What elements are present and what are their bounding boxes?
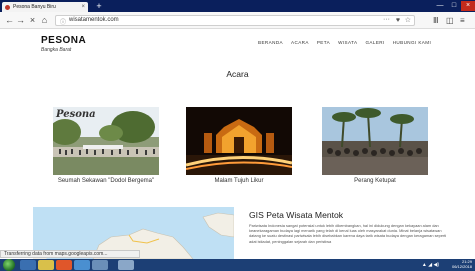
clock-date: 06/12/2018 bbox=[451, 264, 472, 269]
browser-tab[interactable]: Pesona Banyu Biru × bbox=[2, 2, 88, 12]
info-icon: ⓘ bbox=[60, 20, 67, 26]
taskbar-app-word[interactable] bbox=[92, 260, 108, 270]
taskbar-app-files[interactable] bbox=[38, 260, 54, 270]
clock[interactable]: 21:29 06/12/2018 bbox=[452, 259, 472, 269]
nav-galeri[interactable]: GALERI bbox=[365, 40, 384, 45]
maximize-button[interactable]: □ bbox=[447, 1, 461, 11]
nav-beranda[interactable]: BERANDA bbox=[258, 40, 283, 45]
system-tray-icons[interactable]: ▲ ◢ ◀) bbox=[422, 262, 439, 268]
nav-peta[interactable]: PETA bbox=[317, 40, 330, 45]
event-caption-malam-tujuh-likur[interactable]: Malam Tujuh Likur bbox=[174, 178, 304, 184]
windows-taskbar: ▲ ◢ ◀) 21:29 06/12/2018 bbox=[0, 259, 475, 271]
taskbar-app-explorer[interactable] bbox=[20, 260, 36, 270]
sidebar-icon[interactable]: ◫ bbox=[446, 15, 454, 26]
stop-icon[interactable]: × bbox=[27, 15, 38, 26]
site-logo[interactable]: PESONA Bangka Barat bbox=[41, 35, 87, 54]
page-actions-icon[interactable]: ··· bbox=[383, 16, 390, 23]
new-tab-button[interactable]: + bbox=[94, 2, 104, 11]
bookmark-star-icon[interactable]: ☆ bbox=[405, 16, 411, 24]
taskbar-app-chrome[interactable] bbox=[74, 260, 90, 270]
image-overlay-text: Pesona bbox=[56, 109, 96, 120]
event-image-malam-tujuh-likur[interactable] bbox=[186, 107, 292, 175]
event-caption-dodol[interactable]: Seumah Sekawan "Dodol Bergema" bbox=[41, 178, 171, 184]
close-window-button[interactable]: × bbox=[461, 1, 475, 11]
event-caption-perang-ketupat[interactable]: Perang Ketupat bbox=[310, 178, 440, 184]
tab-close-icon[interactable]: × bbox=[81, 4, 85, 10]
event-image-dodol[interactable]: Pesona bbox=[53, 107, 159, 175]
address-bar[interactable]: ⓘ wisatamentok.com ··· ♥ ☆ bbox=[55, 15, 415, 26]
taskbar-app-firefox[interactable] bbox=[56, 260, 72, 270]
section-title-acara: Acara bbox=[226, 69, 249, 79]
gis-description: Pariwisata Indonesia sangat potensial un… bbox=[249, 223, 447, 244]
menu-icon[interactable]: ≡ bbox=[460, 15, 465, 26]
forward-icon[interactable]: → bbox=[15, 15, 26, 26]
nav-wisata[interactable]: WISATA bbox=[338, 40, 357, 45]
home-icon[interactable]: ⌂ bbox=[39, 15, 50, 26]
url-text[interactable]: wisatamentok.com bbox=[69, 17, 119, 23]
start-button[interactable] bbox=[3, 259, 15, 271]
nav-acara[interactable]: ACARA bbox=[291, 40, 309, 45]
main-nav: BERANDA ACARA PETA WISATA GALERI HUBUNGI… bbox=[258, 40, 431, 45]
favicon-icon bbox=[5, 4, 10, 10]
pocket-icon[interactable]: ♥ bbox=[396, 17, 400, 24]
logo-tagline: Bangka Barat bbox=[41, 47, 72, 53]
browser-toolbar: ← → × ⌂ ⓘ wisatamentok.com ··· ♥ ☆ Ⅲ ◫ ≡ bbox=[0, 12, 475, 29]
library-icon[interactable]: Ⅲ bbox=[433, 15, 439, 26]
logo-brand: PESONA bbox=[41, 35, 87, 46]
tab-title: Pesona Banyu Biru bbox=[13, 4, 56, 10]
browser-status-bar: Transferring data from maps.googleapis.c… bbox=[0, 250, 140, 258]
minimize-button[interactable]: — bbox=[433, 1, 447, 11]
back-icon[interactable]: ← bbox=[4, 15, 15, 26]
event-image-perang-ketupat[interactable] bbox=[322, 107, 428, 175]
browser-tab-strip: Pesona Banyu Biru × + — □ × bbox=[0, 0, 475, 12]
nav-hubungi-kami[interactable]: HUBUNGI KAMI bbox=[393, 40, 432, 45]
gis-section-title: GIS Peta Wisata Mentok bbox=[249, 210, 344, 220]
taskbar-app-window[interactable] bbox=[118, 260, 134, 270]
